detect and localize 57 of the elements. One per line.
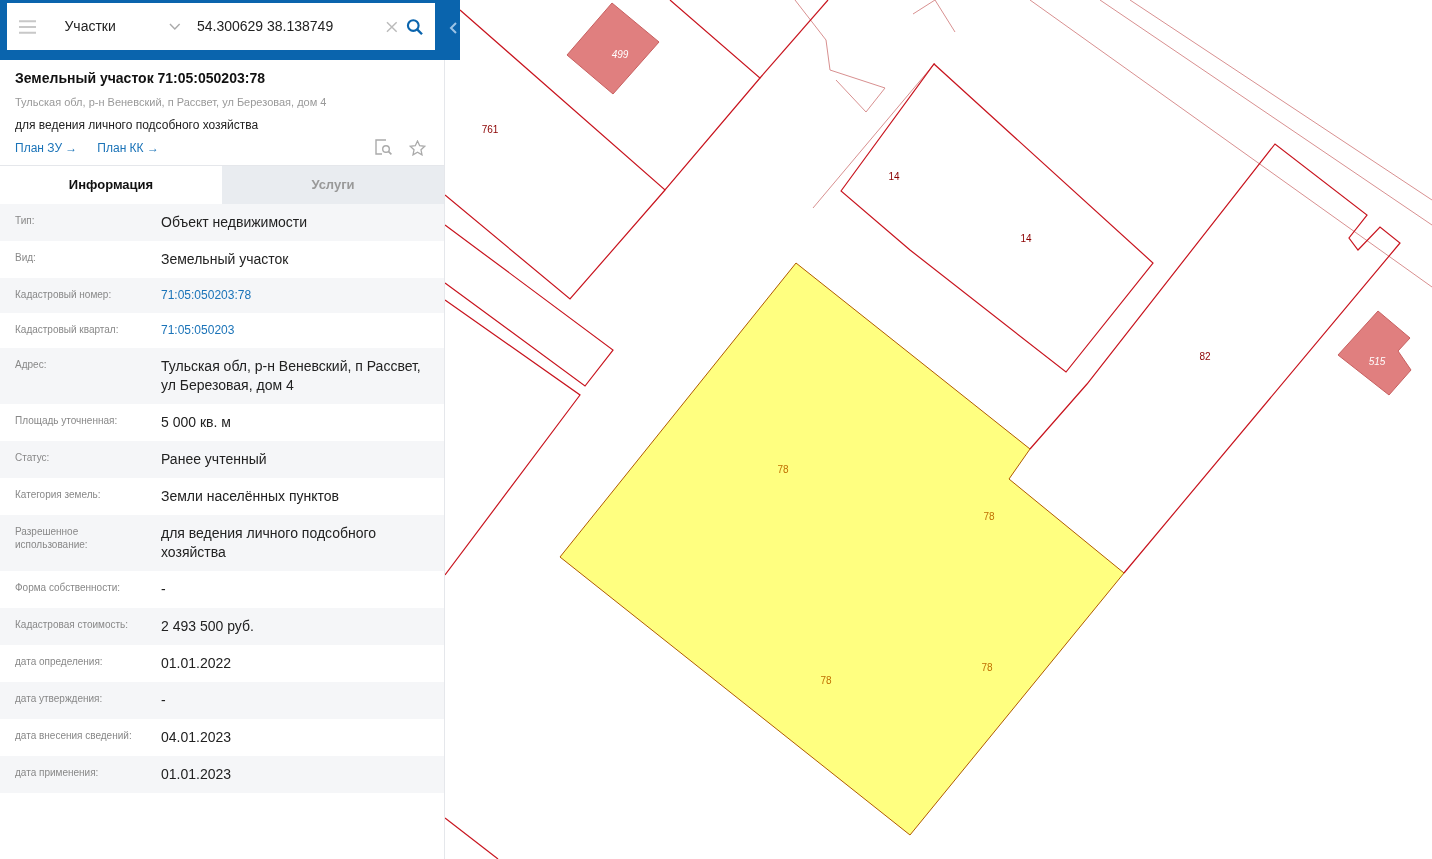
field-value: Объект недвижимости [161, 212, 308, 232]
chevron-down-icon[interactable] [169, 22, 181, 31]
field-value: - [161, 690, 166, 710]
field-value: 5 000 кв. м [161, 412, 231, 432]
field-value: 2 493 500 руб. [161, 616, 254, 636]
field-label: Кадастровый квартал: [15, 322, 120, 336]
field-label: Кадастровая стоимость: [15, 617, 130, 631]
map-label: 78 [777, 464, 789, 475]
parcel-address: Тульская обл, р-н Веневский, п Рассвет, ул Березовая, дом 4 [15, 95, 328, 110]
menu-icon[interactable] [19, 19, 37, 34]
field-label: Форма собственности: [15, 580, 122, 594]
search-icon[interactable] [405, 17, 423, 36]
field-label: дата внесения сведений: [15, 728, 133, 742]
star-icon[interactable] [409, 139, 426, 156]
field-label: Площадь уточненная: [15, 413, 119, 427]
field-label: дата определения: [15, 654, 104, 668]
cadastral-link[interactable]: 71:05:050203 [161, 321, 235, 339]
search-field[interactable]: 54.300629 38.138749 [196, 16, 378, 37]
cadastral-map[interactable]: 761 499 14 14 82 515 78 78 78 78 [445, 0, 1432, 859]
field-label: Статус: [15, 450, 51, 464]
collapse-icon[interactable] [449, 22, 457, 34]
field-label: дата утверждения: [15, 691, 104, 705]
field-label: Кадастровый номер: [15, 287, 113, 301]
plan-link[interactable]: План ЗУ → [15, 138, 78, 157]
field-label: Разрешенное использование: [15, 524, 89, 551]
field-value: для ведения личного подсобного хозяйства [161, 523, 378, 562]
map-label: 78 [820, 675, 832, 686]
map-label: 14 [888, 171, 900, 182]
field-value: 01.01.2022 [161, 653, 232, 673]
field-value: Земельный участок [161, 249, 289, 269]
document-search-icon[interactable] [375, 139, 392, 156]
field-label: Категория земель: [15, 487, 102, 501]
field-value: - [161, 579, 166, 599]
map-label: 82 [1199, 351, 1211, 362]
parcel-title: Земельный участок 71:05:050203:78 [15, 69, 266, 88]
map-label: 14 [1020, 233, 1032, 244]
close-icon[interactable] [385, 20, 398, 33]
field-value: 04.01.2023 [161, 727, 232, 747]
layer-dropdown[interactable]: Участки [64, 16, 162, 37]
map-label: 499 [611, 49, 629, 60]
field-label: Адрес: [15, 357, 48, 371]
field-value: 01.01.2023 [161, 764, 232, 784]
parcel-outline [445, 817, 499, 859]
field-value: Тульская обл, р-н Веневский, п Рассвет, ул Березовая, дом 4 [161, 356, 422, 395]
map-label: 78 [983, 511, 995, 522]
field-label: Вид: [15, 250, 37, 264]
field-label: дата применения: [15, 765, 100, 779]
map-label: 515 [1368, 356, 1386, 367]
parcel-purpose: для ведения личного подсобного хозяйства [15, 116, 260, 134]
field-label: Тип: [15, 213, 36, 227]
field-value: Ранее учтенный [161, 449, 267, 469]
boundary-line [912, 0, 956, 33]
field-value: Земли населённых пунктов [161, 486, 340, 506]
map-label: 78 [981, 662, 993, 673]
map-label: 761 [481, 124, 499, 135]
cadastral-link[interactable]: 71:05:050203:78 [161, 286, 252, 304]
plan-link[interactable]: План КК → [97, 138, 159, 157]
